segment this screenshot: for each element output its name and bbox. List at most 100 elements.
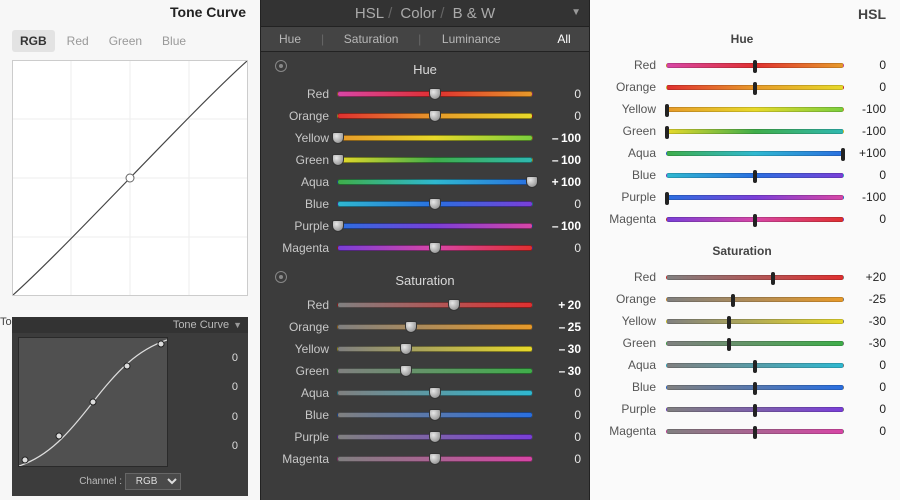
slider-thumb[interactable]	[665, 192, 669, 205]
slider-track[interactable]	[337, 223, 533, 229]
slider-thumb[interactable]	[429, 198, 441, 210]
subtab-saturation[interactable]: Saturation	[326, 27, 416, 51]
slider-track[interactable]	[666, 385, 844, 390]
slider-value[interactable]: 0	[844, 168, 886, 182]
slider-thumb[interactable]	[753, 426, 757, 439]
slider-thumb[interactable]	[400, 343, 412, 355]
slider-value[interactable]: -100	[844, 102, 886, 116]
slider-value[interactable]: – 100	[533, 131, 581, 145]
slider-value[interactable]: 0	[844, 358, 886, 372]
slider-thumb[interactable]	[753, 404, 757, 417]
slider-value[interactable]: 0	[533, 452, 581, 466]
subtab-all[interactable]: All	[539, 27, 589, 51]
slider-value[interactable]: – 30	[533, 342, 581, 356]
slider-track[interactable]	[666, 129, 844, 134]
slider-value[interactable]: 0	[533, 197, 581, 211]
slider-track[interactable]	[666, 429, 844, 434]
tone-curve-graph-dark[interactable]	[18, 337, 168, 467]
slider-value[interactable]: 0	[533, 430, 581, 444]
slider-value[interactable]: + 100	[533, 175, 581, 189]
slider-track[interactable]	[337, 324, 533, 330]
slider-value[interactable]: 0	[844, 424, 886, 438]
slider-thumb[interactable]	[753, 82, 757, 95]
slider-track[interactable]	[666, 107, 844, 112]
slider-track[interactable]	[666, 407, 844, 412]
slider-thumb[interactable]	[332, 154, 344, 166]
slider-value[interactable]: 0	[533, 241, 581, 255]
slider-value[interactable]: – 30	[533, 364, 581, 378]
slider-track[interactable]	[337, 201, 533, 207]
slider-value[interactable]: +100	[844, 146, 886, 160]
slider-thumb[interactable]	[400, 365, 412, 377]
slider-thumb[interactable]	[841, 148, 845, 161]
slider-value[interactable]: 0	[844, 80, 886, 94]
slider-value[interactable]: – 100	[533, 219, 581, 233]
slider-track[interactable]	[337, 179, 533, 185]
tab-blue[interactable]: Blue	[154, 30, 194, 52]
slider-thumb[interactable]	[753, 60, 757, 73]
slider-track[interactable]	[337, 157, 533, 163]
channel-select[interactable]: RGB	[125, 473, 181, 490]
slider-track[interactable]	[337, 346, 533, 352]
slider-track[interactable]	[337, 456, 533, 462]
subtab-hue[interactable]: Hue	[261, 27, 319, 51]
slider-value[interactable]: -25	[844, 292, 886, 306]
slider-thumb[interactable]	[332, 220, 344, 232]
slider-thumb[interactable]	[429, 110, 441, 122]
tone-curve-graph[interactable]	[12, 60, 248, 296]
slider-track[interactable]	[666, 297, 844, 302]
slider-value[interactable]: 0	[844, 212, 886, 226]
mode-color[interactable]: Color	[400, 5, 436, 22]
slider-thumb[interactable]	[332, 132, 344, 144]
slider-value[interactable]: -100	[844, 124, 886, 138]
slider-value[interactable]: +20	[844, 270, 886, 284]
slider-thumb[interactable]	[526, 176, 538, 188]
slider-thumb[interactable]	[753, 214, 757, 227]
slider-track[interactable]	[337, 245, 533, 251]
slider-value[interactable]: -100	[844, 190, 886, 204]
tab-green[interactable]: Green	[101, 30, 150, 52]
slider-track[interactable]	[337, 113, 533, 119]
slider-thumb[interactable]	[665, 104, 669, 117]
slider-thumb[interactable]	[771, 272, 775, 285]
slider-track[interactable]	[337, 368, 533, 374]
slider-value[interactable]: 0	[533, 87, 581, 101]
slider-track[interactable]	[666, 195, 844, 200]
slider-track[interactable]	[666, 275, 844, 280]
slider-value[interactable]: 0	[533, 386, 581, 400]
slider-track[interactable]	[666, 217, 844, 222]
slider-thumb[interactable]	[429, 88, 441, 100]
slider-value[interactable]: – 25	[533, 320, 581, 334]
slider-track[interactable]	[666, 173, 844, 178]
slider-track[interactable]	[666, 85, 844, 90]
subtab-luminance[interactable]: Luminance	[423, 27, 519, 51]
tab-rgb[interactable]: RGB	[12, 30, 55, 52]
slider-value[interactable]: -30	[844, 336, 886, 350]
slider-thumb[interactable]	[753, 360, 757, 373]
slider-thumb[interactable]	[429, 242, 441, 254]
slider-thumb[interactable]	[429, 431, 441, 443]
slider-track[interactable]	[666, 151, 844, 156]
slider-thumb[interactable]	[665, 126, 669, 139]
mode-hsl[interactable]: HSL	[355, 5, 384, 22]
targeted-adjustment-icon[interactable]	[275, 60, 287, 72]
slider-thumb[interactable]	[727, 338, 731, 351]
slider-track[interactable]	[337, 302, 533, 308]
slider-track[interactable]	[337, 135, 533, 141]
slider-thumb[interactable]	[429, 387, 441, 399]
chevron-down-icon[interactable]: ▼	[233, 320, 242, 330]
slider-value[interactable]: 0	[533, 109, 581, 123]
slider-thumb[interactable]	[753, 170, 757, 183]
slider-value[interactable]: 0	[533, 408, 581, 422]
slider-track[interactable]	[337, 390, 533, 396]
tab-red[interactable]: Red	[59, 30, 97, 52]
slider-track[interactable]	[337, 91, 533, 97]
slider-track[interactable]	[666, 341, 844, 346]
slider-thumb[interactable]	[429, 453, 441, 465]
slider-thumb[interactable]	[405, 321, 417, 333]
slider-value[interactable]: + 20	[533, 298, 581, 312]
slider-track[interactable]	[666, 63, 844, 68]
slider-track[interactable]	[337, 412, 533, 418]
slider-track[interactable]	[666, 363, 844, 368]
slider-thumb[interactable]	[731, 294, 735, 307]
